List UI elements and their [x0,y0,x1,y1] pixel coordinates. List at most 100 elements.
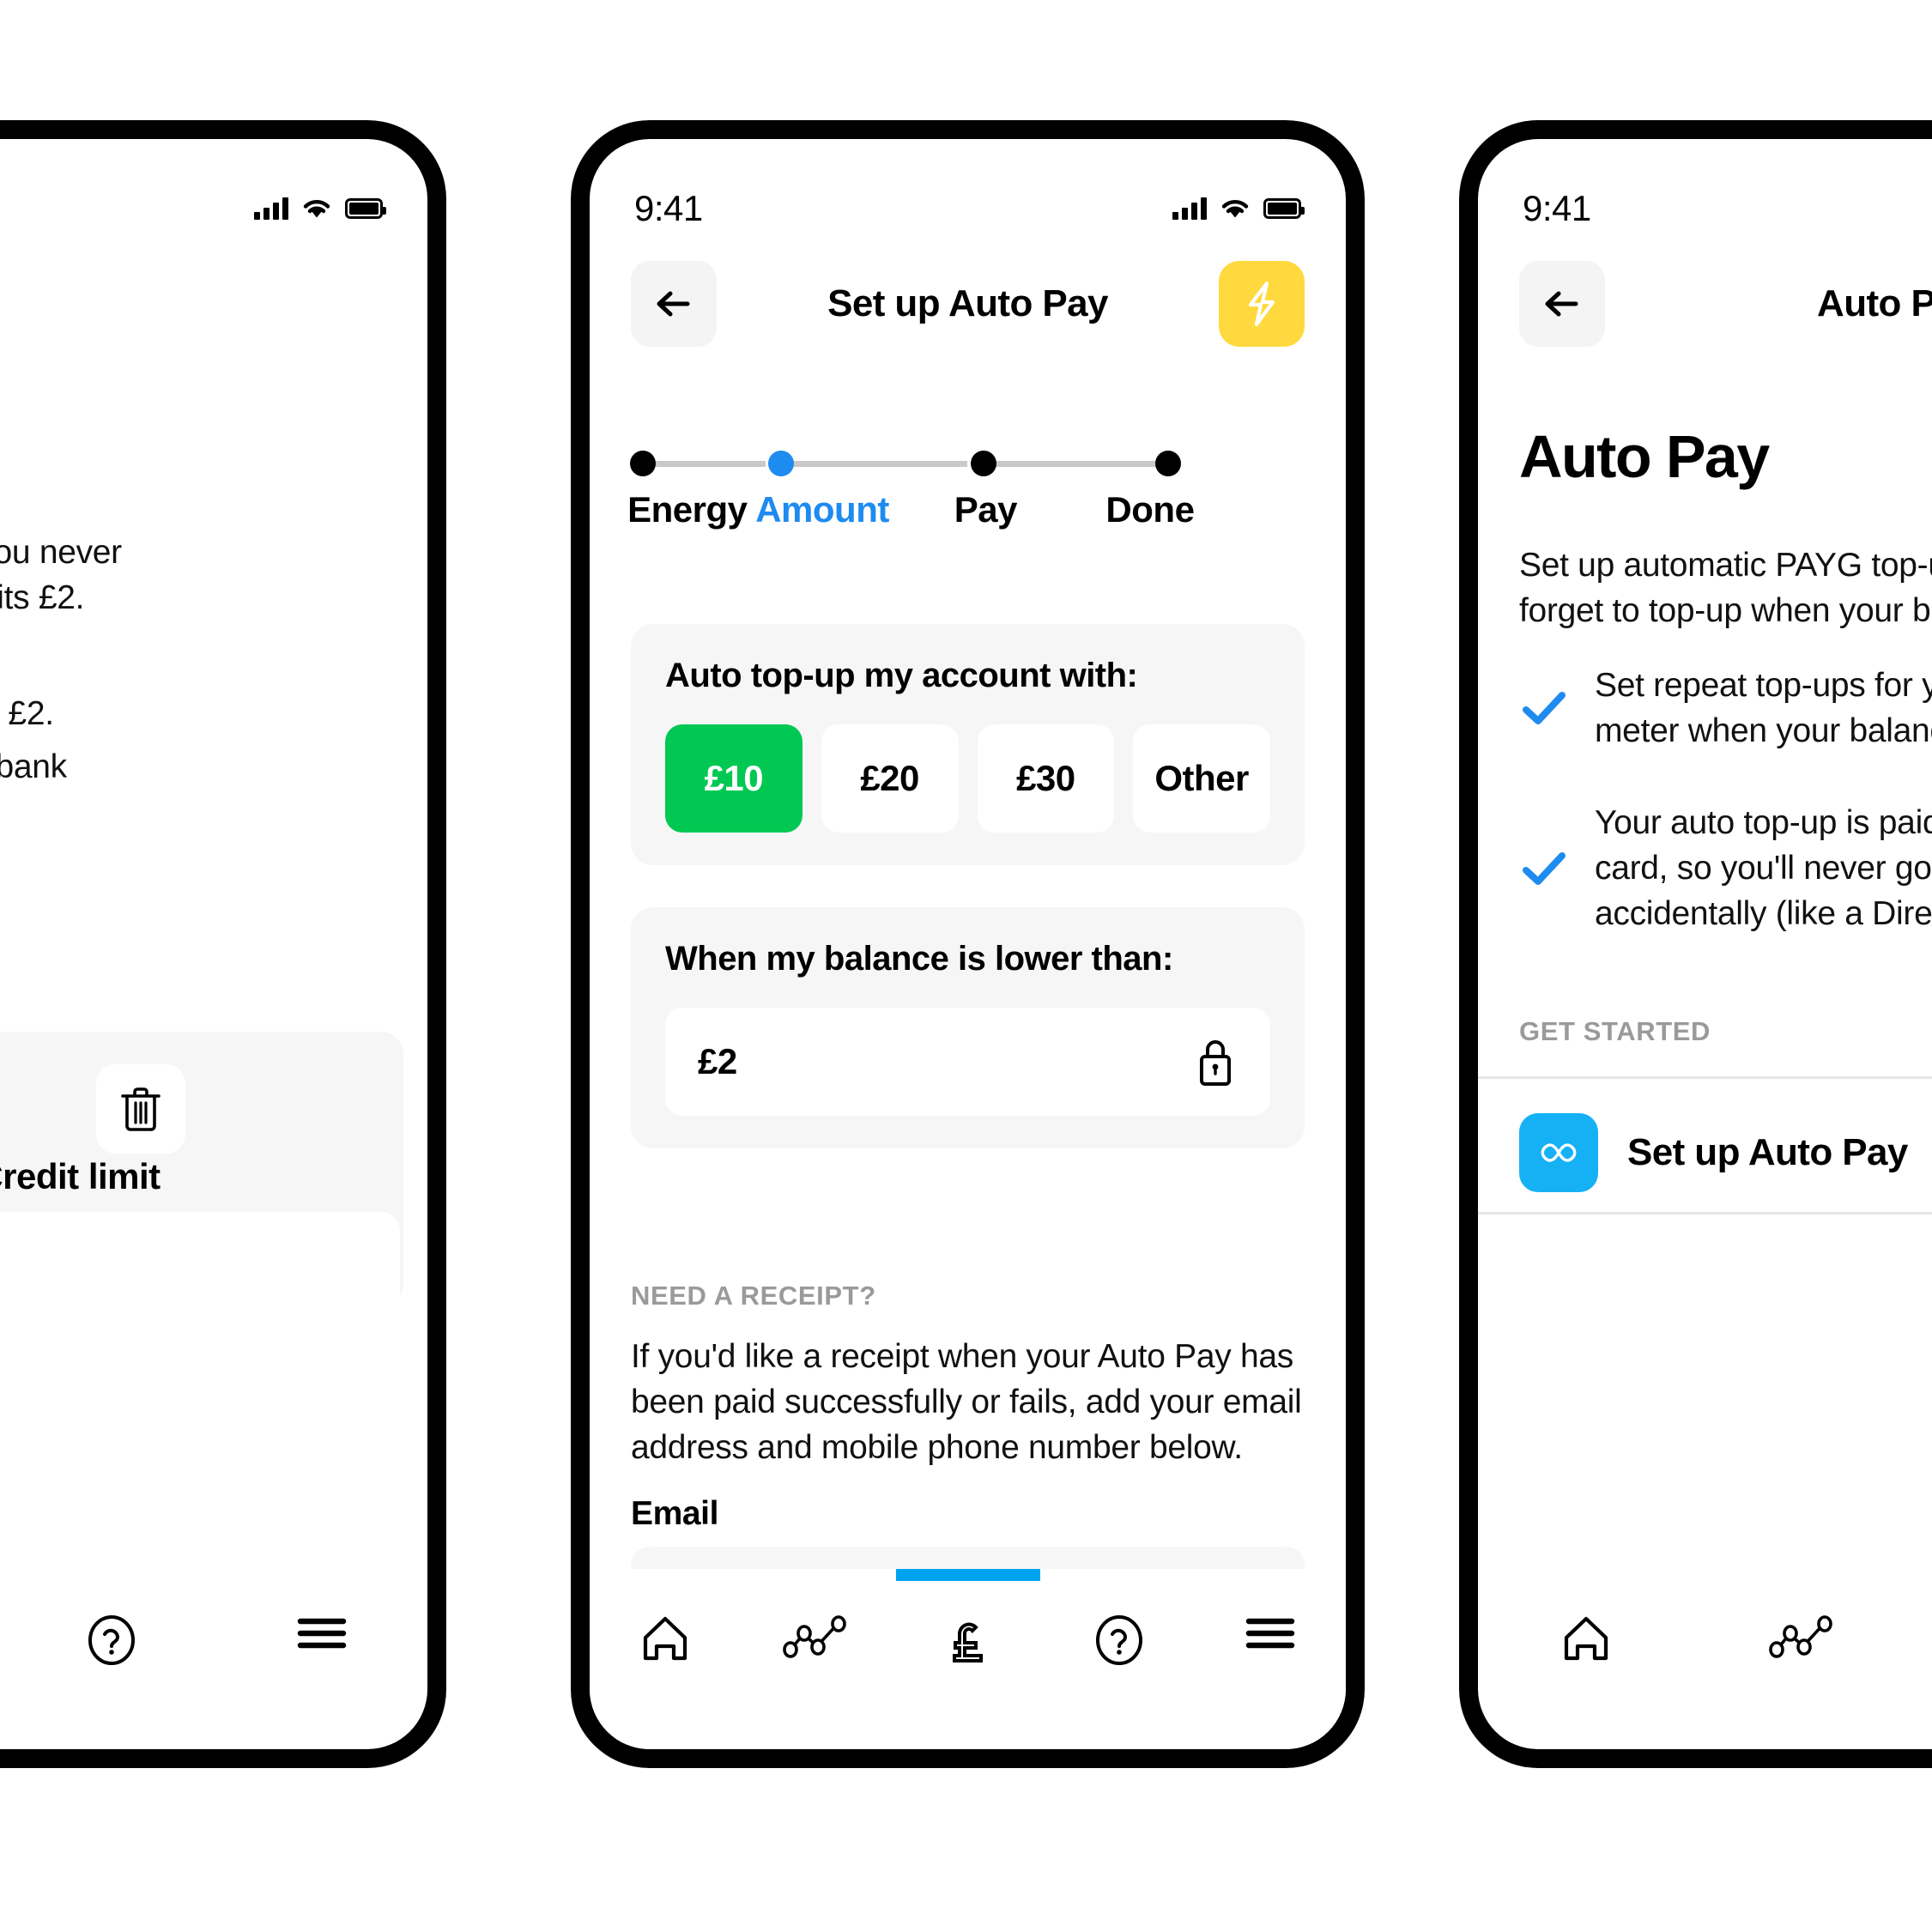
arrow-left-icon [657,291,690,317]
boost-button[interactable] [1219,261,1305,347]
usage-chart-icon [783,1615,847,1658]
help-icon [88,1615,135,1665]
status-icons [1172,197,1305,220]
tab-bar-right [1478,1569,1932,1749]
page-title: Auto Pay [0,293,386,336]
topup-option-10[interactable]: £10 [665,724,802,833]
get-started-caption: GET STARTED [1519,1016,1711,1046]
topup-amount-title: Auto top-up my account with: [665,657,1138,694]
benefit-text-1: Set repeat top-ups for yo meter when you… [1595,667,1932,750]
topup-amount-card: Auto top-up my account with: £10 £20 £30… [631,624,1305,865]
status-icons [254,197,386,220]
tab-pay[interactable] [1911,1614,1932,1667]
stepper-segment [792,461,968,467]
page-heading: Auto Pay [1519,423,1770,490]
active-tab-indicator [895,1569,1040,1581]
benefit-text-2: Your auto top-up is paid card, so you'll… [1595,804,1932,933]
stepper-label-done[interactable]: Done [1105,489,1195,530]
stepper-label-energy[interactable]: Energy [627,489,748,530]
tab-help[interactable] [6,1614,216,1667]
help-icon [1095,1615,1142,1665]
home-icon [643,1616,687,1661]
stepper-label-amount[interactable]: Amount [755,489,889,530]
nav-bar-center: Set up Auto Pay [590,259,1346,348]
back-button[interactable] [1519,261,1605,347]
topup-option-other[interactable]: Other [1133,724,1270,833]
stepper-segment [644,461,766,467]
tab-menu[interactable] [217,1614,427,1653]
benefit-item-1: Set repeat top-ups for yo meter when you… [1519,663,1932,754]
intro-paragraph-3: p-up is paid with your bank ll never go … [0,748,67,785]
phone-center: 9:41 Set up Auto Pay Energy Amount Pay D… [571,120,1365,1768]
wifi-icon [1221,200,1249,218]
phone-left-screen: Auto Pay c PAYG top-ups so you never whe… [0,139,427,1749]
status-time: 9:41 [634,188,703,228]
infinity-icon-badge [1519,1113,1598,1192]
lightning-bolt-icon [1248,281,1275,327]
screenshot-stage: Auto Pay c PAYG top-ups so you never whe… [0,0,1932,1932]
menu-icon [298,1618,347,1649]
intro-text: Set up automatic PAYG top-u forget to to… [1519,547,1932,630]
signal-icon [254,197,288,220]
stepper-dot-energy[interactable] [630,451,657,476]
balance-threshold-input[interactable]: £2 [665,1008,1270,1116]
receipt-caption: NEED A RECEIPT? [631,1281,876,1311]
tab-help[interactable] [1044,1614,1195,1667]
topup-option-30[interactable]: £30 [977,724,1115,833]
phone-center-screen: 9:41 Set up Auto Pay Energy Amount Pay D… [590,139,1346,1749]
email-label: Email [631,1495,719,1532]
status-bar-center: 9:41 [590,139,1346,242]
page-title: Auto Pay [1817,282,1932,324]
phone-right: 9:41 Auto Pay Auto Pay Set up automatic … [1459,120,1932,1768]
balance-threshold-title: When my balance is lower than: [665,940,1173,978]
back-button[interactable] [631,261,717,347]
tab-bar-left [0,1569,427,1749]
credit-limit-label: Credit limit [0,1156,160,1196]
check-icon [1523,851,1566,885]
tab-usage[interactable] [741,1614,892,1658]
topup-amount-options: £10 £20 £30 Other [665,724,1270,833]
trash-icon [121,1087,160,1131]
pound-icon [952,1622,983,1662]
stepper-label-pay[interactable]: Pay [954,489,1018,530]
status-bar-left [0,139,427,242]
check-icon [1523,692,1566,725]
tab-menu[interactable] [1195,1614,1346,1653]
credit-limit-value[interactable]: £2.00 [0,1212,400,1318]
intro-paragraph-2: op-ups for your PAYG your balance reache… [0,650,54,733]
battery-icon [1263,198,1305,219]
receipt-body: If you'd like a receipt when your Auto P… [631,1338,1302,1467]
tab-home[interactable] [1478,1614,1694,1663]
tab-home[interactable] [590,1614,741,1663]
usage-chart-icon [1769,1615,1832,1658]
tab-usage[interactable] [1694,1614,1911,1658]
signal-icon [1172,197,1207,220]
status-bar-right: 9:41 [1478,139,1932,242]
nav-bar-right: Auto Pay [1478,259,1932,348]
tab-pay[interactable] [892,1569,1043,1667]
stepper-dot-done[interactable] [1155,451,1182,476]
stepper-segment [994,461,1157,467]
stepper-dot-amount[interactable] [768,451,795,476]
menu-icon [1245,1618,1295,1649]
infinity-icon [1541,1143,1577,1162]
arrow-left-icon [1545,291,1578,317]
stepper-track [630,448,1305,479]
home-icon [1564,1616,1608,1661]
setup-stepper: Energy Amount Pay Done [627,448,1305,539]
status-time: 9:41 [1523,188,1591,228]
stepper-dot-pay[interactable] [970,451,996,476]
battery-icon [345,198,386,219]
tab-bar-center [590,1569,1346,1749]
list-divider-top [1478,1076,1932,1079]
topup-option-20[interactable]: £20 [821,724,959,833]
wifi-icon [303,200,330,218]
stepper-labels: Energy Amount Pay Done [627,489,1305,539]
intro-paragraph-1: c PAYG top-ups so you never when your ba… [0,534,122,617]
delete-button[interactable] [96,1064,185,1154]
tab-pay[interactable] [0,1614,6,1667]
page-title: Set up Auto Pay [827,282,1108,324]
list-item-setup-auto-pay[interactable]: Set up Auto Pay [1519,1113,1932,1192]
nav-bar-left: Auto Pay [0,270,427,359]
benefit-item-2: Your auto top-up is paid card, so you'll… [1519,800,1932,936]
